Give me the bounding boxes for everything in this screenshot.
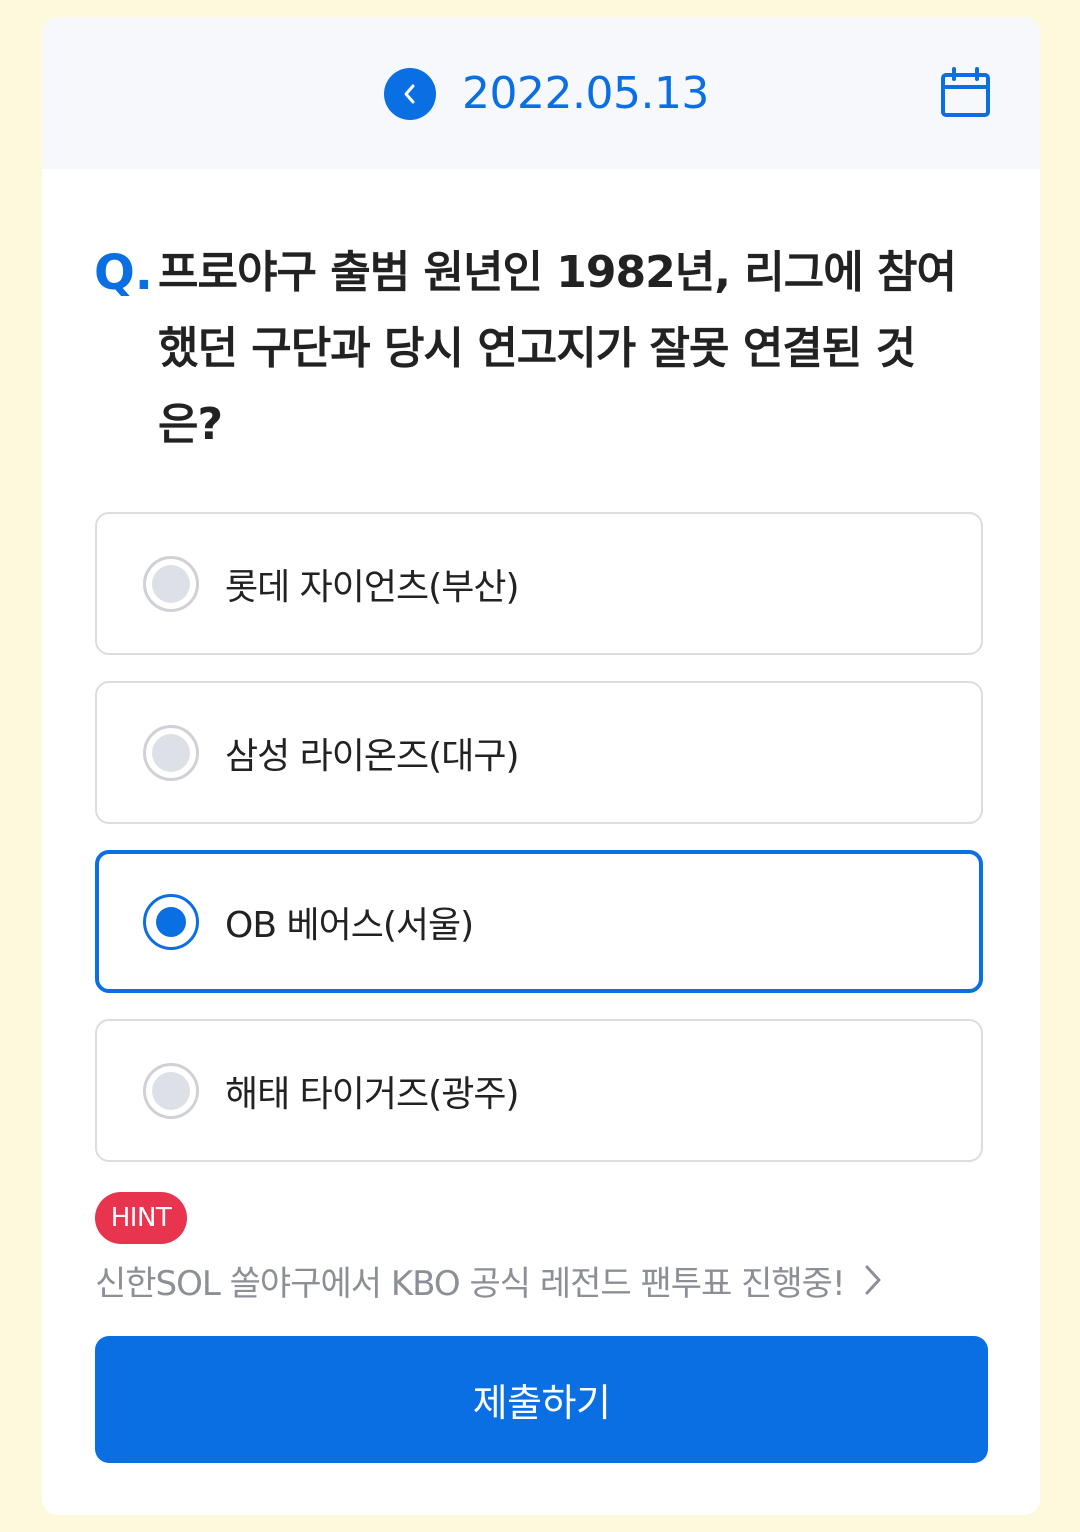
question-text: 프로야구 출범 원년인 1982년, 리그에 참여했던 구단과 당시 연고지가 … xyxy=(158,247,957,450)
option-label: 롯데 자이언츠(부산) xyxy=(225,566,519,608)
prev-date-button[interactable] xyxy=(384,68,436,120)
chevron-right-icon xyxy=(865,1265,881,1295)
chevron-left-icon xyxy=(404,84,415,104)
hint-link[interactable]: 신한SOL 쏠야구에서 KBO 공식 레전드 팬투표 진행중! xyxy=(95,1255,883,1305)
option-4[interactable]: 해태 타이거즈(광주) xyxy=(95,1019,983,1162)
option-label: OB 베어스(서울) xyxy=(225,904,474,946)
radio-button[interactable] xyxy=(143,724,199,781)
option-label: 해태 타이거즈(광주) xyxy=(225,1073,519,1115)
radio-button[interactable] xyxy=(143,1062,199,1119)
hint-badge: HINT xyxy=(95,1192,187,1244)
question-mark-label: Q. xyxy=(94,245,154,301)
hint-text: 신한SOL 쏠야구에서 KBO 공식 레전드 팬투표 진행중! xyxy=(95,1263,846,1304)
submit-button[interactable]: 제출하기 xyxy=(95,1336,988,1463)
date-navigator: 2022.05.13 xyxy=(384,67,709,121)
option-label: 삼성 라이온즈(대구) xyxy=(225,735,519,777)
option-2[interactable]: 삼성 라이온즈(대구) xyxy=(95,681,983,824)
calendar-icon xyxy=(941,67,990,117)
quiz-card: 2022.05.13 Q. 프로야구 출범 원년인 1982년, 리그에 참여했… xyxy=(42,17,1040,1515)
radio-button[interactable] xyxy=(143,555,199,612)
radio-button-selected[interactable] xyxy=(143,893,199,950)
option-3[interactable]: OB 베어스(서울) xyxy=(95,850,983,993)
current-date: 2022.05.13 xyxy=(462,68,709,119)
calendar-button[interactable] xyxy=(940,67,992,119)
option-1[interactable]: 롯데 자이언츠(부산) xyxy=(95,512,983,655)
question: Q. 프로야구 출범 원년인 1982년, 리그에 참여했던 구단과 당시 연고… xyxy=(94,235,994,463)
date-header: 2022.05.13 xyxy=(42,17,1040,169)
